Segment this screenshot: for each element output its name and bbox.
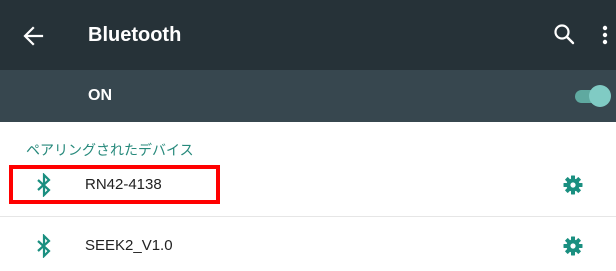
gear-icon[interactable] <box>563 175 583 195</box>
search-icon[interactable] <box>550 20 580 50</box>
toolbar: Bluetooth <box>0 0 616 70</box>
arrow-left-icon[interactable] <box>18 21 48 51</box>
device-name: SEEK2_V1.0 <box>85 237 173 254</box>
device-row-rn42[interactable]: RN42-4138 <box>0 160 616 210</box>
page-title: Bluetooth <box>88 24 182 46</box>
device-name: RN42-4138 <box>85 176 162 193</box>
device-row-seek2[interactable]: SEEK2_V1.0 <box>0 221 616 271</box>
bluetooth-icon <box>37 234 51 258</box>
bluetooth-icon <box>37 173 51 197</box>
bluetooth-master-switch-bar[interactable]: ON <box>0 70 616 122</box>
bluetooth-toggle[interactable] <box>573 83 613 109</box>
list-divider <box>0 216 616 217</box>
paired-devices-header: ペアリングされたデバイス <box>26 142 194 158</box>
toggle-thumb <box>589 85 611 107</box>
gear-icon[interactable] <box>563 236 583 256</box>
more-vert-icon[interactable] <box>598 20 612 50</box>
switch-state-label: ON <box>88 87 112 104</box>
